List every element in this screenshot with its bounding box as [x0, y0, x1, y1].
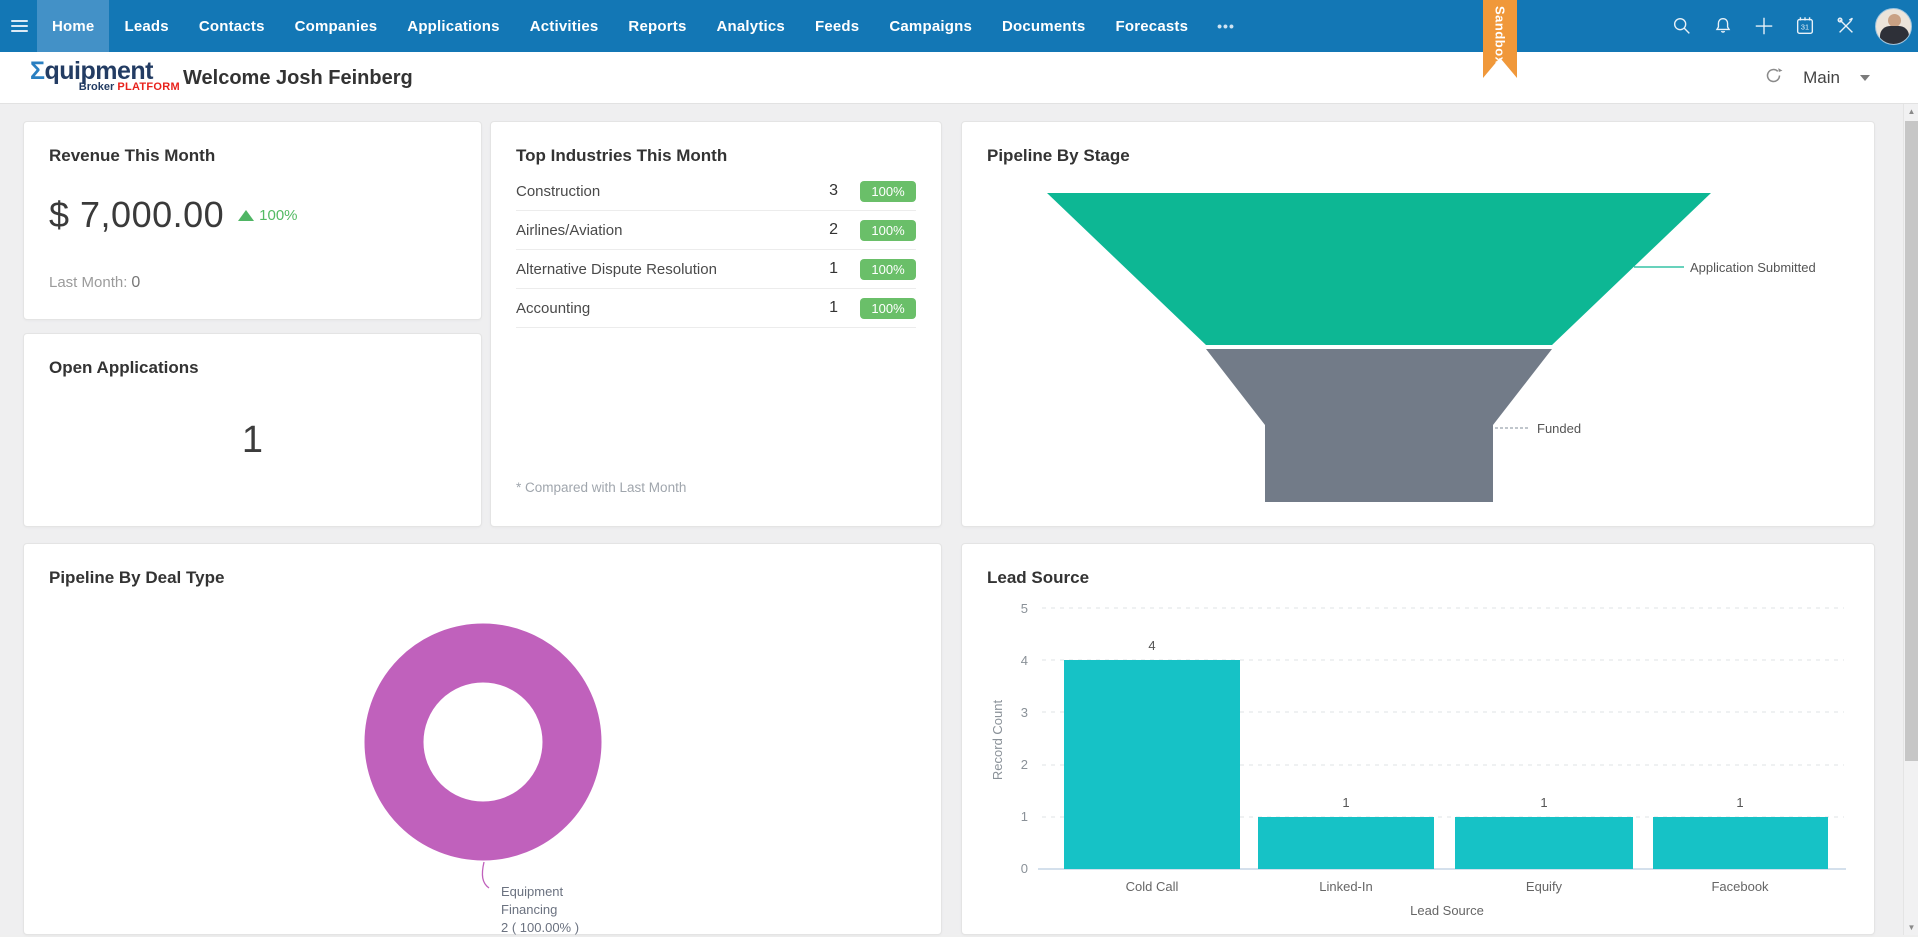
quick-create-plus-icon[interactable] — [1752, 14, 1776, 38]
trend-up-icon — [238, 209, 255, 221]
open-apps-count: 1 — [241, 419, 264, 461]
dashboard-name-dropdown[interactable]: Main — [1803, 68, 1840, 88]
industry-row-construction[interactable]: Construction 3 100% — [516, 172, 916, 211]
nav-tabs: Home Leads Contacts Companies Applicatio… — [37, 0, 1249, 52]
nav-tab-feeds[interactable]: Feeds — [800, 0, 874, 52]
nav-tab-forecasts[interactable]: Forecasts — [1100, 0, 1203, 52]
equipment-broker-logo[interactable]: Σquipment Broker PLATFORM — [30, 57, 180, 94]
change-badge: 100% — [860, 180, 916, 202]
page-header: Σquipment Broker PLATFORM Welcome Josh F… — [0, 52, 1918, 104]
welcome-title: Welcome Josh Feinberg — [183, 66, 413, 89]
settings-tools-icon[interactable] — [1834, 14, 1858, 38]
svg-text:1: 1 — [1540, 795, 1547, 810]
svg-text:4: 4 — [1148, 638, 1155, 653]
donut-chart — [364, 623, 602, 889]
industry-row-adr[interactable]: Alternative Dispute Resolution 1 100% — [516, 250, 916, 289]
lead-source-bar-chart: 5 4 3 2 1 0 4 1 1 1 Cold Call Linked-In … — [990, 601, 1846, 918]
dashboard-view-selector: Main — [1764, 52, 1870, 104]
vertical-scrollbar: ▲ ▼ — [1903, 104, 1918, 935]
pipeline-by-deal-type-card: Pipeline By Deal Type Equipment Financin… — [23, 543, 942, 935]
nav-tab-companies[interactable]: Companies — [280, 0, 393, 52]
top-industries-card: Top Industries This Month Construction 3… — [490, 121, 942, 527]
scrollbar-thumb[interactable] — [1905, 121, 1918, 761]
donut-leader-line — [481, 861, 490, 889]
nav-tab-applications[interactable]: Applications — [392, 0, 514, 52]
dashboard-content: Revenue This Month $ 7,000.00 100% Last … — [0, 104, 1918, 935]
x-axis-title: Lead Source — [1410, 903, 1484, 918]
change-badge: 100% — [860, 297, 916, 319]
industry-row-accounting[interactable]: Accounting 1 100% — [516, 289, 916, 328]
y-axis-ticks: 5 4 3 2 1 0 — [1021, 601, 1028, 876]
nav-tab-documents[interactable]: Documents — [987, 0, 1100, 52]
refresh-icon[interactable] — [1764, 66, 1783, 90]
search-icon[interactable] — [1670, 14, 1694, 38]
svg-text:Cold Call: Cold Call — [1126, 879, 1179, 894]
logo-sub-broker: Broker — [78, 81, 115, 93]
nav-tab-leads[interactable]: Leads — [109, 0, 183, 52]
notifications-bell-icon[interactable] — [1711, 14, 1735, 38]
x-axis-category-labels: Cold Call Linked-In Equify Facebook — [1126, 879, 1769, 894]
open-apps-card-title: Open Applications — [49, 358, 199, 377]
svg-text:5: 5 — [1021, 601, 1028, 616]
scrollbar-up-arrow[interactable]: ▲ — [1904, 104, 1918, 119]
svg-text:Linked-In: Linked-In — [1319, 879, 1372, 894]
svg-text:0: 0 — [1021, 861, 1028, 876]
scrollbar-down-arrow[interactable]: ▼ — [1904, 920, 1918, 935]
hamburger-menu-icon[interactable] — [11, 17, 33, 35]
more-tabs-icon[interactable]: ••• — [1203, 0, 1249, 52]
revenue-change-percent: 100% — [259, 206, 298, 224]
funnel-segment-funded[interactable] — [1206, 349, 1552, 502]
bar-equify[interactable] — [1455, 817, 1633, 869]
revenue-this-month-card: Revenue This Month $ 7,000.00 100% Last … — [23, 121, 482, 320]
logo-sub-platform: PLATFORM — [117, 81, 180, 93]
nav-tab-analytics[interactable]: Analytics — [701, 0, 800, 52]
svg-text:3: 3 — [1021, 705, 1028, 720]
svg-text:2: 2 — [1021, 757, 1028, 772]
revenue-value: $ 7,000.00 — [49, 194, 225, 235]
open-applications-card: Open Applications 1 — [23, 333, 482, 527]
bar-facebook[interactable] — [1653, 817, 1828, 869]
industries-footnote: * Compared with Last Month — [516, 480, 687, 495]
donut-slice-label: Equipment Financing 2 ( 100.00% ) — [501, 884, 580, 935]
funnel-label-application-submitted: Application Submitted — [1690, 260, 1816, 275]
revenue-card-title: Revenue This Month — [49, 146, 216, 165]
svg-text:Equify: Equify — [1526, 879, 1563, 894]
bar-linked-in[interactable] — [1258, 817, 1434, 869]
chevron-down-icon[interactable] — [1860, 75, 1870, 81]
funnel-chart: Application Submitted Funded — [1047, 193, 1816, 502]
donut-slice-equipment-financing[interactable] — [364, 623, 602, 861]
bar-cold-call[interactable] — [1064, 660, 1240, 869]
industry-row-airlines[interactable]: Airlines/Aviation 2 100% — [516, 211, 916, 250]
y-axis-title: Record Count — [990, 700, 1005, 781]
top-navbar: Home Leads Contacts Companies Applicatio… — [0, 0, 1918, 52]
nav-tab-home[interactable]: Home — [37, 0, 110, 52]
svg-text:Facebook: Facebook — [1711, 879, 1769, 894]
logo-sigma: Σ — [30, 57, 45, 85]
revenue-change: 100% — [238, 206, 298, 224]
industries-card-title: Top Industries This Month — [516, 146, 728, 165]
svg-text:1: 1 — [1736, 795, 1743, 810]
pipeline-by-stage-card: Pipeline By Stage Application Submitted … — [961, 121, 1875, 527]
lead-source-card: Lead Source 5 4 3 2 1 0 4 1 1 1 Cold Cal… — [961, 543, 1875, 935]
svg-text:4: 4 — [1021, 653, 1028, 668]
funnel-segment-application-submitted[interactable] — [1047, 193, 1711, 345]
user-avatar[interactable] — [1875, 7, 1912, 45]
change-badge: 100% — [860, 219, 916, 241]
svg-text:1: 1 — [1021, 809, 1028, 824]
revenue-last-month: Last Month: 0 — [49, 274, 141, 291]
nav-tab-campaigns[interactable]: Campaigns — [874, 0, 987, 52]
change-badge: 100% — [860, 258, 916, 280]
revenue-last-month-value: 0 — [131, 274, 141, 291]
nav-icon-group: 31 — [1670, 0, 1912, 52]
calendar-icon[interactable]: 31 — [1793, 14, 1817, 38]
nav-tab-reports[interactable]: Reports — [613, 0, 701, 52]
nav-tab-activities[interactable]: Activities — [515, 0, 614, 52]
svg-text:1: 1 — [1342, 795, 1349, 810]
nav-tab-contacts[interactable]: Contacts — [184, 0, 280, 52]
funnel-label-funded: Funded — [1537, 421, 1581, 436]
industries-list: Construction 3 100% Airlines/Aviation 2 … — [516, 172, 916, 328]
svg-text:31: 31 — [1801, 23, 1809, 32]
